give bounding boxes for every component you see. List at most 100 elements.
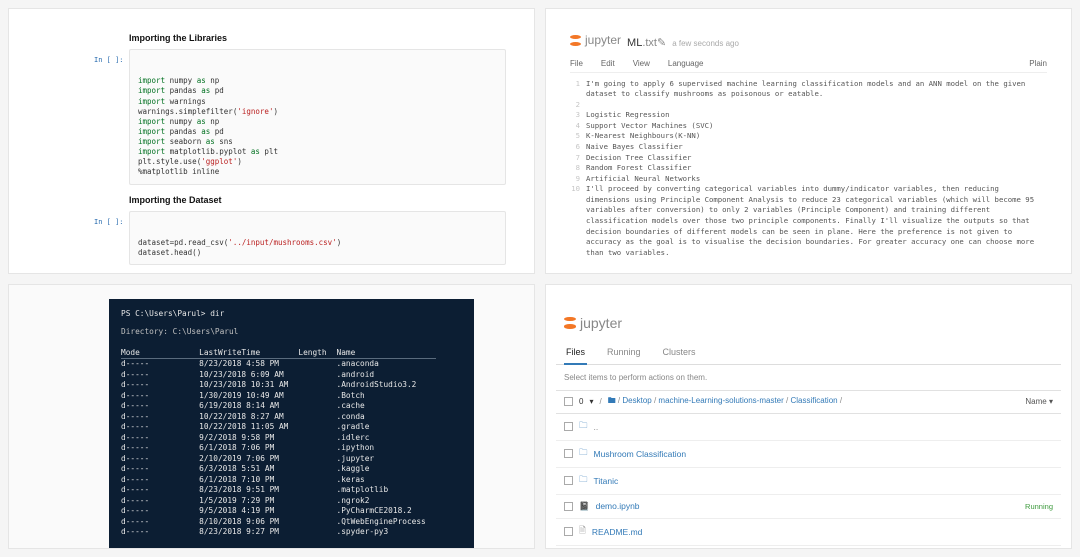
terminal-row: d-----8/23/2018 4:58 PM.anaconda — [121, 359, 436, 370]
line-number: 1 — [570, 79, 586, 100]
cell-prompt: In [ ]: — [94, 218, 124, 227]
editor-header: jupyter ML.txt✎ a few seconds ago — [570, 33, 1047, 49]
line-text: K-Nearest Neighbours(K-NN) — [586, 131, 700, 142]
terminal-row: d-----9/5/2018 4:19 PM.PyCharmCE2018.2 — [121, 506, 436, 517]
row-checkbox[interactable] — [564, 502, 573, 511]
menu-file[interactable]: File — [570, 59, 583, 68]
file-browser-panel: jupyter Files Running Clusters Select it… — [545, 284, 1072, 550]
editor-timestamp: a few seconds ago — [672, 39, 739, 48]
terminal-row: d-----8/10/2018 9:06 PM.QtWebEngineProce… — [121, 517, 436, 528]
terminal-row: d-----8/23/2018 9:51 PM.matplotlib — [121, 485, 436, 496]
file-name[interactable]: demo.ipynb — [596, 501, 640, 511]
line-text: Decision Tree Classifier — [586, 153, 691, 164]
sort-toggle[interactable]: Name ▾ — [1025, 397, 1053, 406]
line-number: 8 — [570, 163, 586, 174]
editor-line: 6Naive Bayes Classifier — [570, 142, 1047, 153]
cell-prompt: In [ ]: — [94, 56, 124, 65]
section-heading: Importing the Dataset — [129, 195, 506, 205]
tab-files[interactable]: Files — [564, 343, 587, 365]
file-name: .. — [594, 422, 599, 432]
file-name[interactable]: Titanic — [594, 476, 619, 486]
line-text: Random Forest Classifier — [586, 163, 691, 174]
menu-view[interactable]: View — [633, 59, 650, 68]
notebook-panel: Importing the Libraries In [ ]: import n… — [8, 8, 535, 274]
terminal-col-header: LastWriteTime — [199, 348, 298, 359]
breadcrumb-desktop[interactable]: Desktop — [622, 396, 651, 405]
jupyter-logo: jupyter — [570, 33, 621, 47]
file-row: 🗎 README.md — [556, 519, 1061, 546]
row-checkbox[interactable] — [564, 449, 573, 458]
file-icon: 🗎 — [579, 525, 586, 539]
menu-mode[interactable]: Plain — [1029, 59, 1047, 68]
terminal-col-header: Length — [298, 348, 336, 359]
folder-icon: 🗀 — [579, 447, 588, 461]
select-dropdown-icon[interactable]: ▾ — [589, 397, 593, 406]
file-row: 🗎untitled.txt — [556, 546, 1061, 550]
editor-line: 1I'm going to apply 6 supervised machine… — [570, 79, 1047, 100]
text-editor-panel: jupyter ML.txt✎ a few seconds ago File E… — [545, 8, 1072, 274]
terminal-row: d-----1/30/2019 10:49 AM.Botch — [121, 391, 436, 402]
editor-line: 7Decision Tree Classifier — [570, 153, 1047, 164]
line-number: 6 — [570, 142, 586, 153]
tab-running[interactable]: Running — [605, 343, 643, 364]
jupyter-icon — [564, 317, 576, 329]
code-cell[interactable]: In [ ]: dataset=pd.read_csv('../input/mu… — [129, 211, 506, 266]
fb-breadcrumb-bar: 0 ▾ / 🖿 / Desktop / machine-Learning-sol… — [556, 390, 1061, 414]
terminal-prompt: PS C:\Users\Parul> dir — [121, 309, 462, 320]
editor-body[interactable]: 1I'm going to apply 6 supervised machine… — [570, 79, 1047, 259]
terminal-panel: PS C:\Users\Parul> dir Directory: C:\Use… — [8, 284, 535, 550]
folder-icon[interactable]: 🖿 — [608, 396, 616, 405]
file-row: 🗀Titanic — [556, 468, 1061, 495]
breadcrumb-repo[interactable]: machine-Learning-solutions-master — [658, 396, 783, 405]
menu-edit[interactable]: Edit — [601, 59, 615, 68]
folder-icon: 🗀 — [579, 420, 588, 434]
file-name[interactable]: Mushroom Classification — [594, 449, 687, 459]
editor-line: 3Logistic Regression — [570, 110, 1047, 121]
row-checkbox[interactable] — [564, 527, 573, 536]
file-row: 📓 demo.ipynb Running — [556, 495, 1061, 519]
editor-line: 2 — [570, 100, 1047, 111]
chevron-down-icon: ▾ — [1049, 397, 1053, 406]
terminal-listing: ModeLastWriteTimeLengthNamed-----8/23/20… — [121, 348, 436, 538]
terminal-row: d-----6/3/2018 5:51 AM.kaggle — [121, 464, 436, 475]
menu-language[interactable]: Language — [668, 59, 704, 68]
breadcrumb-separator: / — [838, 396, 842, 405]
file-status: Running — [1025, 502, 1053, 511]
code-cell[interactable]: In [ ]: import numpy as np import pandas… — [129, 49, 506, 185]
breadcrumb-classification[interactable]: Classification — [790, 396, 837, 405]
editor-filename[interactable]: ML.txt✎ — [627, 36, 666, 49]
line-number: 4 — [570, 121, 586, 132]
terminal-row: d-----10/23/2018 10:31 AM.AndroidStudio3… — [121, 380, 436, 391]
line-text: Naive Bayes Classifier — [586, 142, 683, 153]
line-text: Artificial Neural Networks — [586, 174, 700, 185]
terminal-row: d-----10/22/2018 8:27 AM.conda — [121, 412, 436, 423]
terminal-row: d-----6/1/2018 7:10 PM.keras — [121, 475, 436, 486]
terminal-row: d-----10/23/2018 6:09 AM.android — [121, 370, 436, 381]
terminal-col-header: Mode — [121, 348, 159, 359]
select-all-checkbox[interactable] — [564, 397, 573, 406]
notebook-body: Importing the Libraries In [ ]: import n… — [9, 9, 534, 274]
notebook-running-icon: 📓 — [579, 501, 590, 512]
editor-line: 4Support Vector Machines (SVC) — [570, 121, 1047, 132]
fb-tabs: Files Running Clusters — [556, 343, 1061, 365]
file-row: 🗀 Mushroom Classification — [556, 441, 1061, 468]
line-number: 10 — [570, 184, 586, 258]
row-checkbox[interactable] — [564, 422, 573, 431]
section-heading: Importing the Libraries — [129, 33, 506, 43]
editor-line: 9Artificial Neural Networks — [570, 174, 1047, 185]
file-name[interactable]: README.md — [592, 527, 643, 537]
terminal-dir-line: Directory: C:\Users\Parul — [121, 327, 462, 338]
row-checkbox[interactable] — [564, 476, 573, 485]
line-number: 5 — [570, 131, 586, 142]
terminal-row: d-----6/19/2018 8:14 AM.cache — [121, 401, 436, 412]
terminal-col-header — [159, 348, 199, 359]
line-text: Logistic Regression — [586, 110, 669, 121]
select-count: 0 — [579, 397, 583, 406]
line-text: Support Vector Machines (SVC) — [586, 121, 713, 132]
terminal-row: d-----9/2/2018 9:58 PM.idlerc — [121, 433, 436, 444]
line-text: I'm going to apply 6 supervised machine … — [586, 79, 1047, 100]
line-number: 3 — [570, 110, 586, 121]
tab-clusters[interactable]: Clusters — [661, 343, 698, 364]
terminal[interactable]: PS C:\Users\Parul> dir Directory: C:\Use… — [109, 299, 474, 549]
jupyter-icon — [570, 35, 581, 46]
